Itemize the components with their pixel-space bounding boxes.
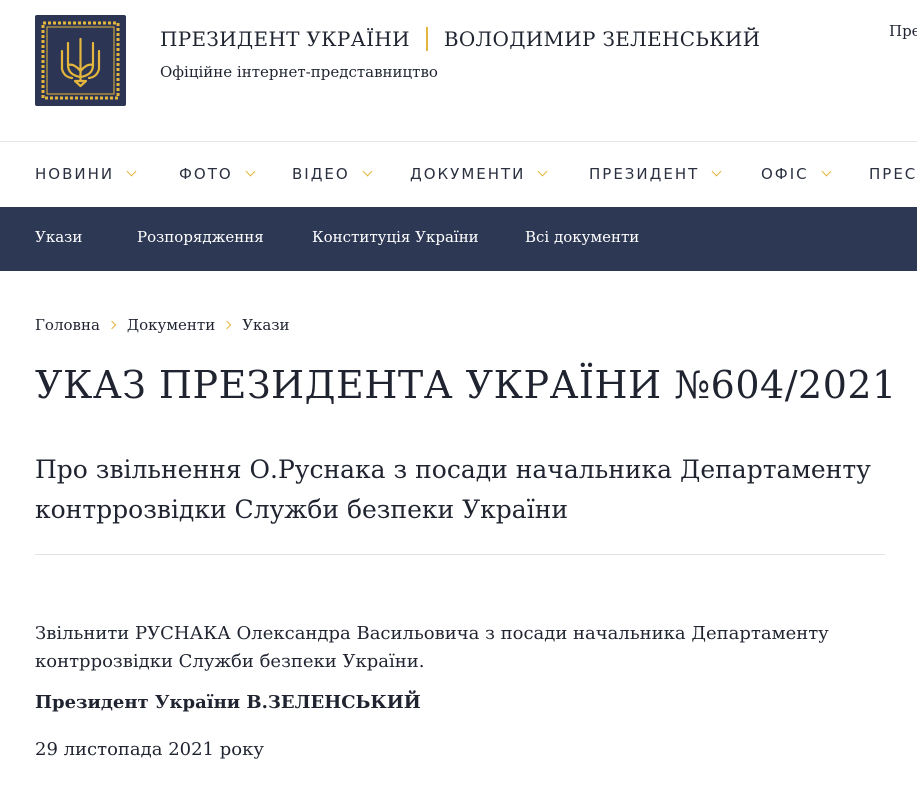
chevron-right-icon [107,320,117,330]
sub-nav-item-all-documents[interactable]: Всі документи [525,228,639,246]
site-title-president[interactable]: ПРЕЗИДЕНТ УКРАЇНИ [160,27,410,51]
nav-item-label: ПРЕС [869,165,917,183]
chevron-down-icon [362,166,373,177]
decree-subject: Про звільнення О.Руснака з посади началь… [35,455,871,524]
title-separator [425,27,428,51]
nav-item-documents[interactable]: ДОКУМЕНТИ [410,165,548,183]
chevron-down-icon [126,166,137,177]
sub-nav-item-decrees[interactable]: Укази [35,228,82,246]
decree-date: 29 листопада 2021 року [35,739,264,760]
nav-item-video[interactable]: ВІДЕО [292,165,373,183]
chevron-down-icon [537,166,548,177]
chevron-right-icon [222,320,232,330]
decree-body: Звільнити РУСНАКА Олександра Васильовича… [35,623,829,672]
nav-item-office[interactable]: ОФІС [761,165,832,183]
nav-item-label: ПРЕЗИДЕНТ [589,165,700,183]
nav-item-label: НОВИНИ [35,165,115,183]
sub-nav-item-orders[interactable]: Розпорядження [137,228,264,246]
site-header: ПРЕЗИДЕНТ УКРАЇНИ ВОЛОДИМИР ЗЕЛЕНСЬКИЙ О… [0,0,917,142]
decree-signature: Президент України В.ЗЕЛЕНСЬКИЙ [35,692,421,713]
breadcrumb-home[interactable]: Головна [35,316,100,334]
nav-item-label: ОФІС [761,165,809,183]
site-title-name[interactable]: ВОЛОДИМИР ЗЕЛЕНСЬКИЙ [444,27,761,51]
breadcrumb-decrees[interactable]: Укази [242,316,289,334]
nav-item-press[interactable]: ПРЕС [869,165,917,183]
nav-item-label: ФОТО [179,165,233,183]
breadcrumb: Головна Документи Укази [35,316,290,334]
main-nav: НОВИНИ ФОТО ВІДЕО ДОКУМЕНТИ ПРЕЗИДЕНТ ОФ… [0,143,917,207]
header-link-press[interactable]: Пре [889,22,917,40]
site-title[interactable]: ПРЕЗИДЕНТ УКРАЇНИ ВОЛОДИМИР ЗЕЛЕНСЬКИЙ [160,26,760,52]
page-title: УКАЗ ПРЕЗИДЕНТА УКРАЇНИ №604/2021 [35,363,897,407]
chevron-down-icon [245,166,256,177]
site-subtitle: Офіційне інтернет-представництво [160,63,438,81]
nav-item-photo[interactable]: ФОТО [179,165,256,183]
divider [35,554,885,555]
chevron-down-icon [711,166,722,177]
nav-item-label: ДОКУМЕНТИ [410,165,526,183]
nav-item-label: ВІДЕО [292,165,350,183]
documents-sub-nav: Укази Розпорядження Конституція України … [0,207,917,271]
nav-item-news[interactable]: НОВИНИ [35,165,137,183]
trident-coat-of-arms-icon[interactable] [35,15,126,106]
chevron-down-icon [821,166,832,177]
nav-item-president[interactable]: ПРЕЗИДЕНТ [589,165,722,183]
breadcrumb-documents[interactable]: Документи [127,316,215,334]
sub-nav-item-constitution[interactable]: Конституція України [312,228,479,246]
